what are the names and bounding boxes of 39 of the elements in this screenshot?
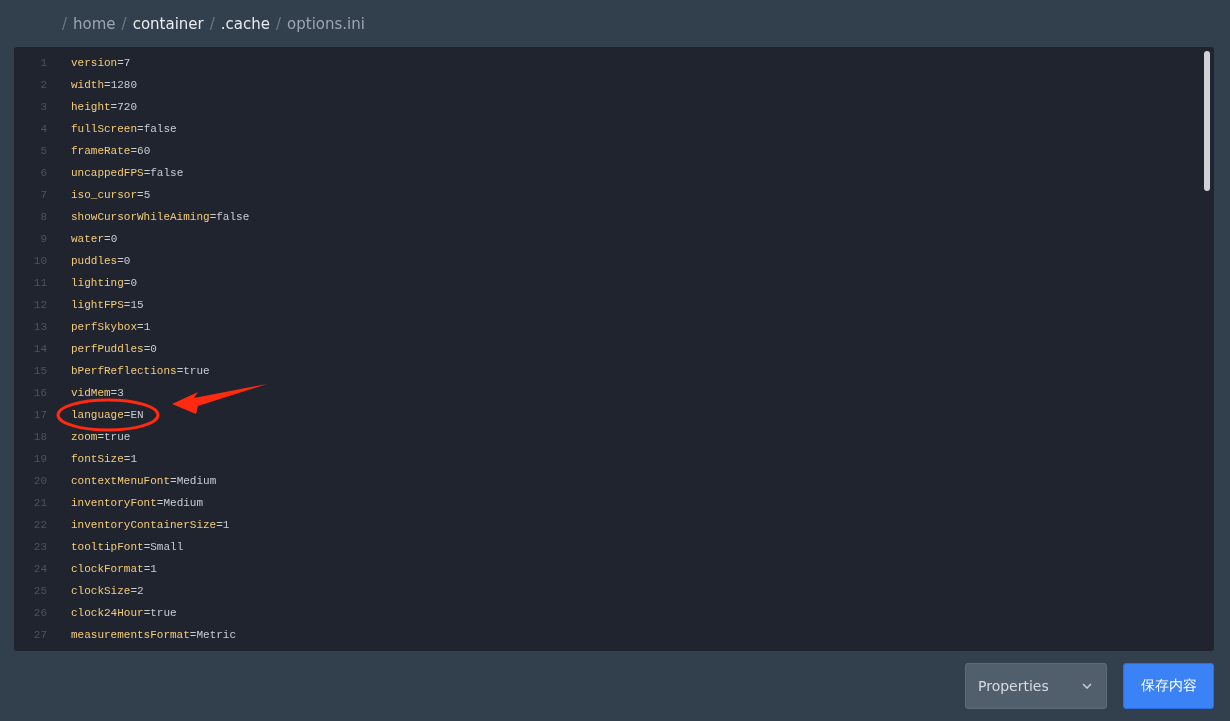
code-line: zoom=true xyxy=(71,431,131,443)
code-line: language=EN xyxy=(71,409,144,421)
code-line: frameRate=60 xyxy=(71,145,151,157)
code-line: lightFPS=15 xyxy=(71,299,144,311)
breadcrumb-link[interactable]: .cache xyxy=(220,14,270,33)
code-line: fontSize=1 xyxy=(71,453,138,465)
code-line: uncappedFPS=false xyxy=(71,167,184,179)
path-separator: / xyxy=(209,14,215,33)
code-line: showCursorWhileAiming=false xyxy=(71,211,250,223)
code-line: clock24Hour=true xyxy=(71,607,177,619)
scrollbar-thumb[interactable] xyxy=(1204,51,1210,191)
code-line: version=7 xyxy=(71,57,131,69)
code-line: fullScreen=false xyxy=(71,123,177,135)
chevron-down-icon xyxy=(1082,683,1092,689)
mode-select[interactable]: Properties xyxy=(965,663,1107,709)
breadcrumb-link[interactable]: home xyxy=(73,14,116,33)
code-line: vidMem=3 xyxy=(71,387,124,399)
code-line: water=0 xyxy=(71,233,118,245)
code-line: perfPuddles=0 xyxy=(71,343,157,355)
code-line: iso_cursor=5 xyxy=(71,189,151,201)
code-line: inventoryFont=Medium xyxy=(71,497,204,509)
code-line: lighting=0 xyxy=(71,277,138,289)
code-line: tooltipFont=Small xyxy=(71,541,184,553)
path-separator: / xyxy=(121,14,127,33)
breadcrumb-link[interactable]: container xyxy=(132,14,204,33)
path-separator: / xyxy=(276,14,282,33)
code-line: perfSkybox=1 xyxy=(71,321,151,333)
code-line: measurementsFormat=Metric xyxy=(71,629,237,641)
code-line: contextMenuFont=Medium xyxy=(71,475,217,487)
path-separator: / xyxy=(62,14,68,33)
code-line: puddles=0 xyxy=(71,255,131,267)
code-line: inventoryContainerSize=1 xyxy=(71,519,230,531)
breadcrumb-link[interactable]: options.ini xyxy=(287,14,365,33)
code-line: height=720 xyxy=(71,101,138,113)
code-line: clockSize=2 xyxy=(71,585,144,597)
code-line: width=1280 xyxy=(71,79,138,91)
code-line: clockFormat=1 xyxy=(71,563,157,575)
code-line: bPerfReflections=true xyxy=(71,365,210,377)
save-button[interactable]: 保存内容 xyxy=(1123,663,1214,709)
